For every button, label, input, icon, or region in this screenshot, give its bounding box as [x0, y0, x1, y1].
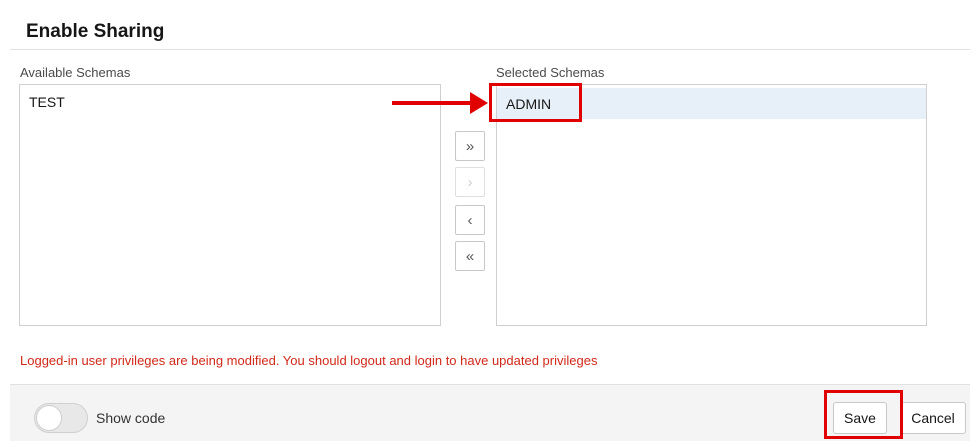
annotation-arrow-shaft — [392, 101, 472, 105]
remove-all-button[interactable]: « — [455, 241, 485, 271]
show-code-label: Show code — [96, 410, 166, 426]
available-schemas-list[interactable]: TEST — [19, 84, 441, 326]
chevron-right-icon: › — [467, 173, 473, 191]
available-schema-item-test[interactable]: TEST — [20, 86, 440, 116]
dialog-footer: Show code Save Cancel — [10, 384, 970, 441]
selected-schemas-label: Selected Schemas — [496, 65, 605, 80]
toggle-knob — [36, 405, 62, 431]
selected-schemas-list[interactable]: ADMIN — [496, 84, 927, 326]
enable-sharing-dialog: Enable Sharing Available Schemas TEST » … — [0, 0, 976, 441]
dialog-title: Enable Sharing — [26, 21, 165, 42]
show-code-toggle[interactable] — [34, 403, 88, 433]
move-all-button[interactable]: » — [455, 131, 485, 161]
double-chevron-right-icon: » — [465, 137, 475, 155]
chevron-left-icon: ‹ — [467, 211, 473, 229]
privilege-warning-message: Logged-in user privileges are being modi… — [20, 353, 598, 368]
move-selected-button[interactable]: › — [455, 167, 485, 197]
save-button[interactable]: Save — [833, 402, 887, 434]
selected-schema-item-admin[interactable]: ADMIN — [497, 88, 926, 119]
annotation-arrow-head — [470, 92, 488, 114]
cancel-button[interactable]: Cancel — [900, 402, 966, 434]
dialog-header: Enable Sharing — [10, 10, 970, 50]
double-chevron-left-icon: « — [465, 247, 475, 265]
available-schemas-label: Available Schemas — [20, 65, 131, 80]
remove-selected-button[interactable]: ‹ — [455, 205, 485, 235]
